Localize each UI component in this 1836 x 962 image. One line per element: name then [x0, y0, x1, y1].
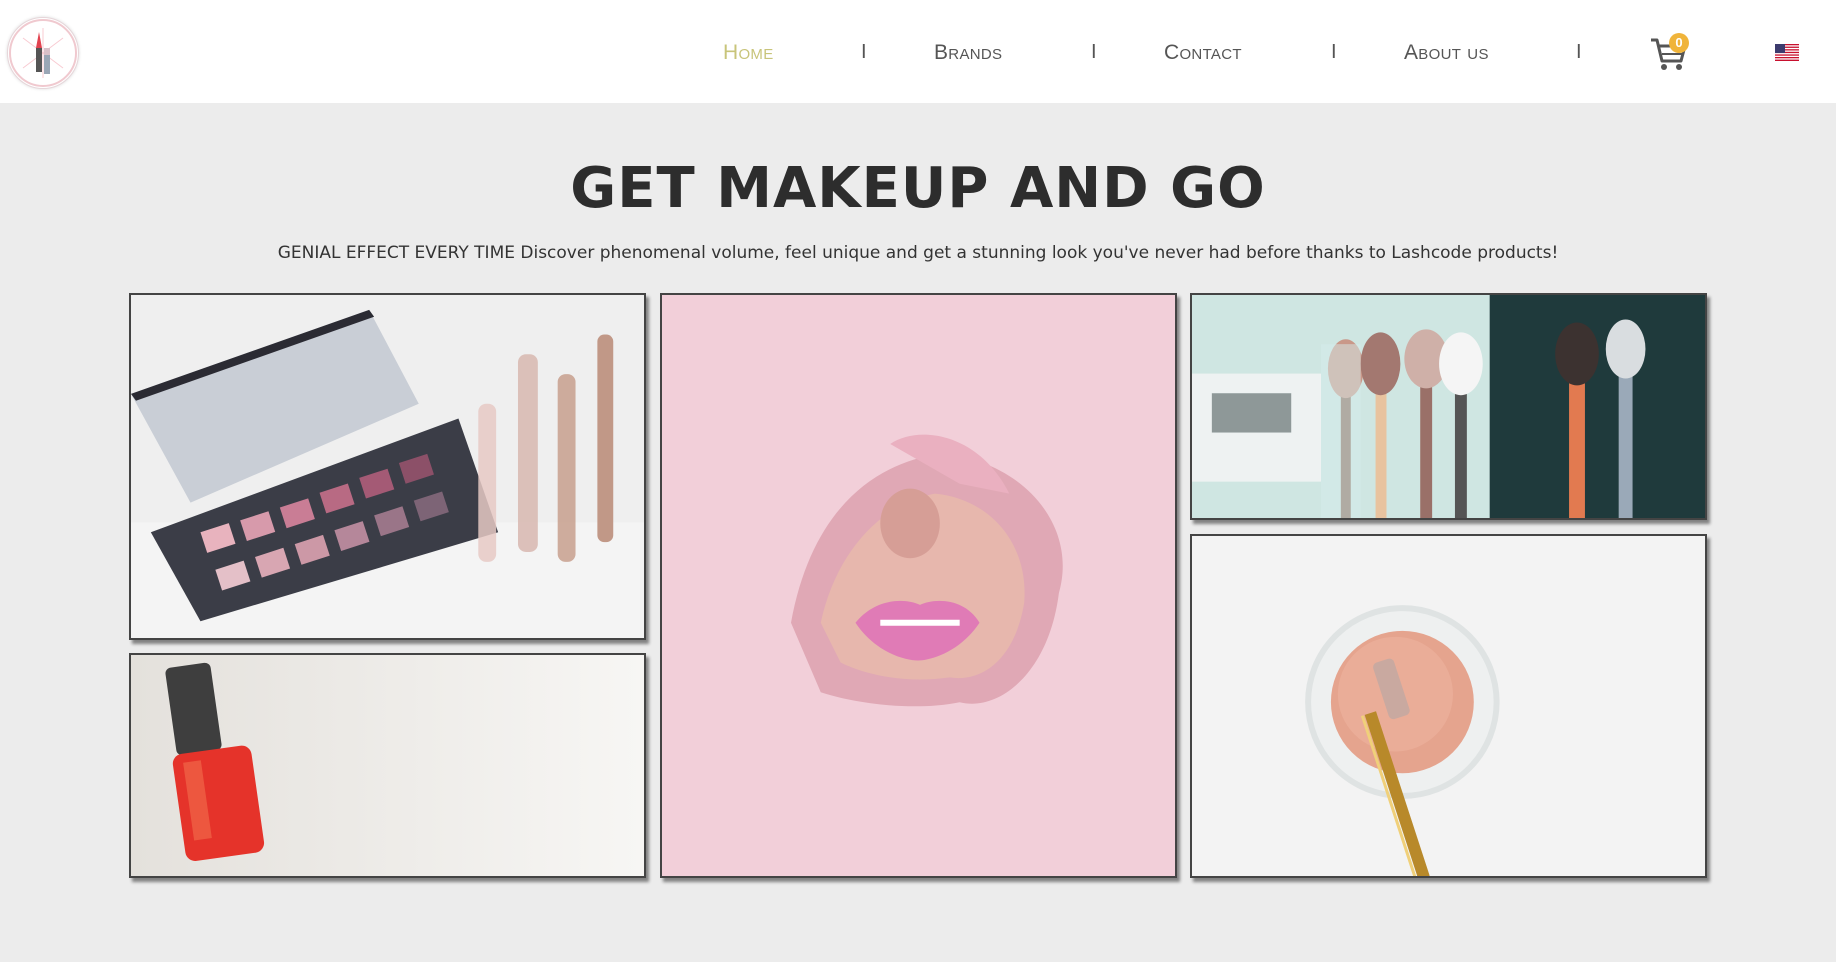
lipstick-logo-icon — [9, 19, 77, 87]
page-title: GET MAKEUP AND GO — [570, 155, 1266, 221]
nav-separator: I — [1331, 41, 1337, 63]
us-flag-icon[interactable] — [1775, 44, 1799, 61]
pink-lips-image[interactable] — [660, 293, 1177, 878]
cart-count-badge: 0 — [1669, 33, 1689, 53]
header: Home I Brands I Contact I About us I 0 — [0, 0, 1836, 103]
nav-home[interactable]: Home — [723, 41, 774, 65]
blush-powder-image[interactable] — [1190, 534, 1707, 878]
page-subtitle: GENIAL EFFECT EVERY TIME Discover phenom… — [277, 243, 1559, 263]
brand-logo[interactable] — [7, 17, 79, 89]
red-nail-polish-image[interactable] — [129, 653, 646, 878]
nav-separator: I — [861, 41, 867, 63]
nav-separator: I — [1091, 41, 1097, 63]
eyeshadow-palette-image[interactable] — [129, 293, 646, 640]
nav-contact[interactable]: Contact — [1164, 41, 1242, 65]
nav-brands[interactable]: Brands — [934, 41, 1002, 65]
nav-about-us[interactable]: About us — [1404, 41, 1489, 65]
makeup-brushes-image[interactable] — [1190, 293, 1707, 520]
nav-separator: I — [1576, 41, 1582, 63]
